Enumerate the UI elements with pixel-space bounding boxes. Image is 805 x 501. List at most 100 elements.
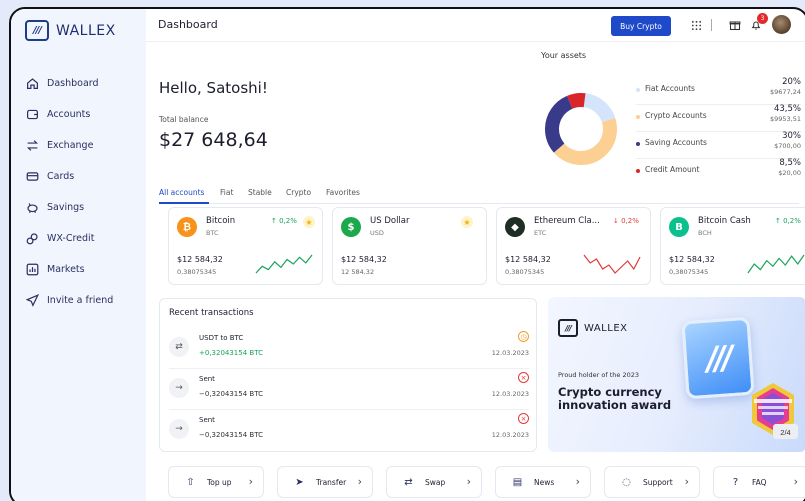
transfer-icon: ➤ [295, 477, 304, 488]
transaction-name: USDT to BTC [199, 334, 244, 342]
transaction-amount: −0,32043154 BTC [199, 390, 263, 398]
chevron-right-icon: › [575, 475, 580, 488]
sidebar-item-markets[interactable]: Markets [25, 254, 113, 285]
promo-subtitle: Proud holder of the 2023 [558, 371, 639, 379]
transaction-row[interactable]: → Sent −0,32043154 BTC × 12.03.2023 [169, 370, 529, 410]
card-amount: 0,38075345 [177, 268, 217, 276]
active-tab-indicator [159, 202, 209, 204]
sidebar-item-label: WX-Credit [47, 233, 95, 244]
asset-row-crypto: Crypto Accounts 43,5% $9953,51 [636, 104, 801, 132]
card-ticker: BCH [698, 229, 712, 237]
legend-dot [636, 169, 640, 173]
balance-label: Total balance [159, 115, 209, 124]
news-button[interactable]: ▤ News › [495, 466, 591, 498]
chevron-right-icon: › [684, 475, 689, 488]
balance-value: $27 648,64 [159, 129, 268, 151]
sidebar: /// WALLEX Dashboard Accounts Exchange C… [11, 9, 146, 501]
action-label: Top up [207, 478, 232, 487]
wallex-app-tile-icon: /// [681, 316, 755, 400]
toolbar-divider [711, 19, 712, 31]
card-amount: 0,38075345 [505, 268, 545, 276]
action-label: Support [643, 478, 673, 487]
transaction-date: 12.03.2023 [491, 431, 529, 439]
sparkline-line [255, 254, 313, 274]
arrow-right-icon: → [169, 419, 189, 439]
sidebar-item-label: Dashboard [47, 78, 99, 89]
app-logo[interactable]: /// WALLEX [25, 20, 116, 41]
card-name: Bitcoin [206, 216, 236, 226]
card-amount: 12 584,32 [341, 268, 375, 276]
failed-x-icon: × [518, 372, 529, 383]
gift-icon[interactable] [728, 18, 742, 32]
app-window: /// WALLEX Dashboard Accounts Exchange C… [9, 7, 805, 501]
account-card-usd[interactable]: $ US Dollar USD ★ $12 584,32 12 584,32 [332, 207, 487, 285]
sparkline-line [583, 254, 641, 274]
faq-button[interactable]: ? FAQ › [713, 466, 805, 498]
star-icon[interactable]: ★ [303, 216, 315, 228]
tab-fiat[interactable]: Fiat [220, 188, 233, 197]
promo-title: Crypto currency innovation award [558, 385, 672, 412]
transaction-row[interactable]: ⇄ USDT to BTC +0,32043154 BTC ◷ 12.03.20… [169, 329, 529, 369]
card-amount: 0,38075345 [669, 268, 709, 276]
sidebar-item-invite[interactable]: Invite a friend [25, 285, 113, 316]
account-card-ethereum-classic[interactable]: ◆ Ethereum Cla... ETC ↓ 0,2% $12 584,32 … [496, 207, 651, 285]
panel-title: Recent transactions [169, 308, 254, 318]
wallex-logo-icon: /// [558, 319, 578, 337]
card-change: ↓ 0,2% [613, 217, 639, 225]
buy-crypto-button[interactable]: Buy Crypto [611, 16, 671, 36]
account-card-bitcoin[interactable]: ₿ Bitcoin BTC ↑ 0,2% ★ $12 584,32 0,3807… [168, 207, 323, 285]
star-icon[interactable]: ★ [461, 216, 473, 228]
tab-favorites[interactable]: Favorites [326, 188, 360, 197]
sidebar-item-wx-credit[interactable]: WX-Credit [25, 223, 113, 254]
support-button[interactable]: ◌ Support › [604, 466, 700, 498]
chevron-right-icon: › [357, 475, 362, 488]
asset-amount: $9677,24 [769, 88, 801, 96]
account-card-bitcoin-cash[interactable]: B Bitcoin Cash BCH ↑ 0,2% $12 584,32 0,3… [660, 207, 805, 285]
tab-all-accounts[interactable]: All accounts [159, 188, 204, 197]
sidebar-item-dashboard[interactable]: Dashboard [25, 68, 113, 99]
action-label: Swap [425, 478, 446, 487]
transaction-row[interactable]: → Sent −0,32043154 BTC × 12.03.2023 [169, 411, 529, 451]
asset-percent: 20% [782, 77, 801, 87]
asset-row-saving: Saving Accounts 30% $700,00 [636, 131, 801, 159]
apps-grid-icon[interactable] [689, 18, 703, 32]
card-change: ↑ 0,2% [271, 217, 297, 225]
sidebar-nav: Dashboard Accounts Exchange Cards Saving… [25, 68, 113, 316]
tab-stable[interactable]: Stable [248, 188, 272, 197]
sparkline [583, 254, 641, 274]
card-name: US Dollar [370, 216, 410, 226]
top-up-button[interactable]: ⇧ Top up › [168, 466, 264, 498]
sidebar-item-label: Markets [47, 264, 85, 275]
support-icon: ◌ [622, 477, 631, 488]
transaction-name: Sent [199, 375, 215, 383]
transaction-amount: +0,32043154 BTC [199, 349, 263, 357]
sidebar-item-savings[interactable]: Savings [25, 192, 113, 223]
asset-percent: 8,5% [779, 158, 801, 168]
ethereum-classic-icon: ◆ [505, 217, 525, 237]
asset-percent: 43,5% [773, 104, 801, 114]
card-name: Bitcoin Cash [698, 216, 751, 226]
legend-dot [636, 115, 640, 119]
swap-button[interactable]: ⇄ Swap › [386, 466, 482, 498]
transfer-button[interactable]: ➤ Transfer › [277, 466, 373, 498]
send-icon [25, 294, 39, 308]
asset-row-fiat: Fiat Accounts 20% $9677,24 [636, 77, 801, 105]
top-up-icon: ⇧ [186, 477, 195, 488]
action-label: FAQ [752, 478, 767, 487]
sidebar-item-exchange[interactable]: Exchange [25, 130, 113, 161]
card-ticker: BTC [206, 229, 219, 237]
tab-crypto[interactable]: Crypto [286, 188, 311, 197]
exchange-icon [25, 139, 39, 153]
transaction-amount: −0,32043154 BTC [199, 431, 263, 439]
asset-name: Crypto Accounts [645, 111, 707, 120]
sidebar-item-cards[interactable]: Cards [25, 161, 113, 192]
avatar[interactable] [772, 15, 791, 34]
award-promo-banner[interactable]: /// WALLEX Proud holder of the 2023 Cryp… [548, 297, 805, 452]
wallet-icon [25, 108, 39, 122]
action-label: News [534, 478, 555, 487]
page-title: Dashboard [158, 18, 218, 31]
asset-name: Saving Accounts [645, 138, 707, 147]
sidebar-item-accounts[interactable]: Accounts [25, 99, 113, 130]
card-name: Ethereum Cla... [534, 216, 600, 226]
chevron-right-icon: › [466, 475, 471, 488]
